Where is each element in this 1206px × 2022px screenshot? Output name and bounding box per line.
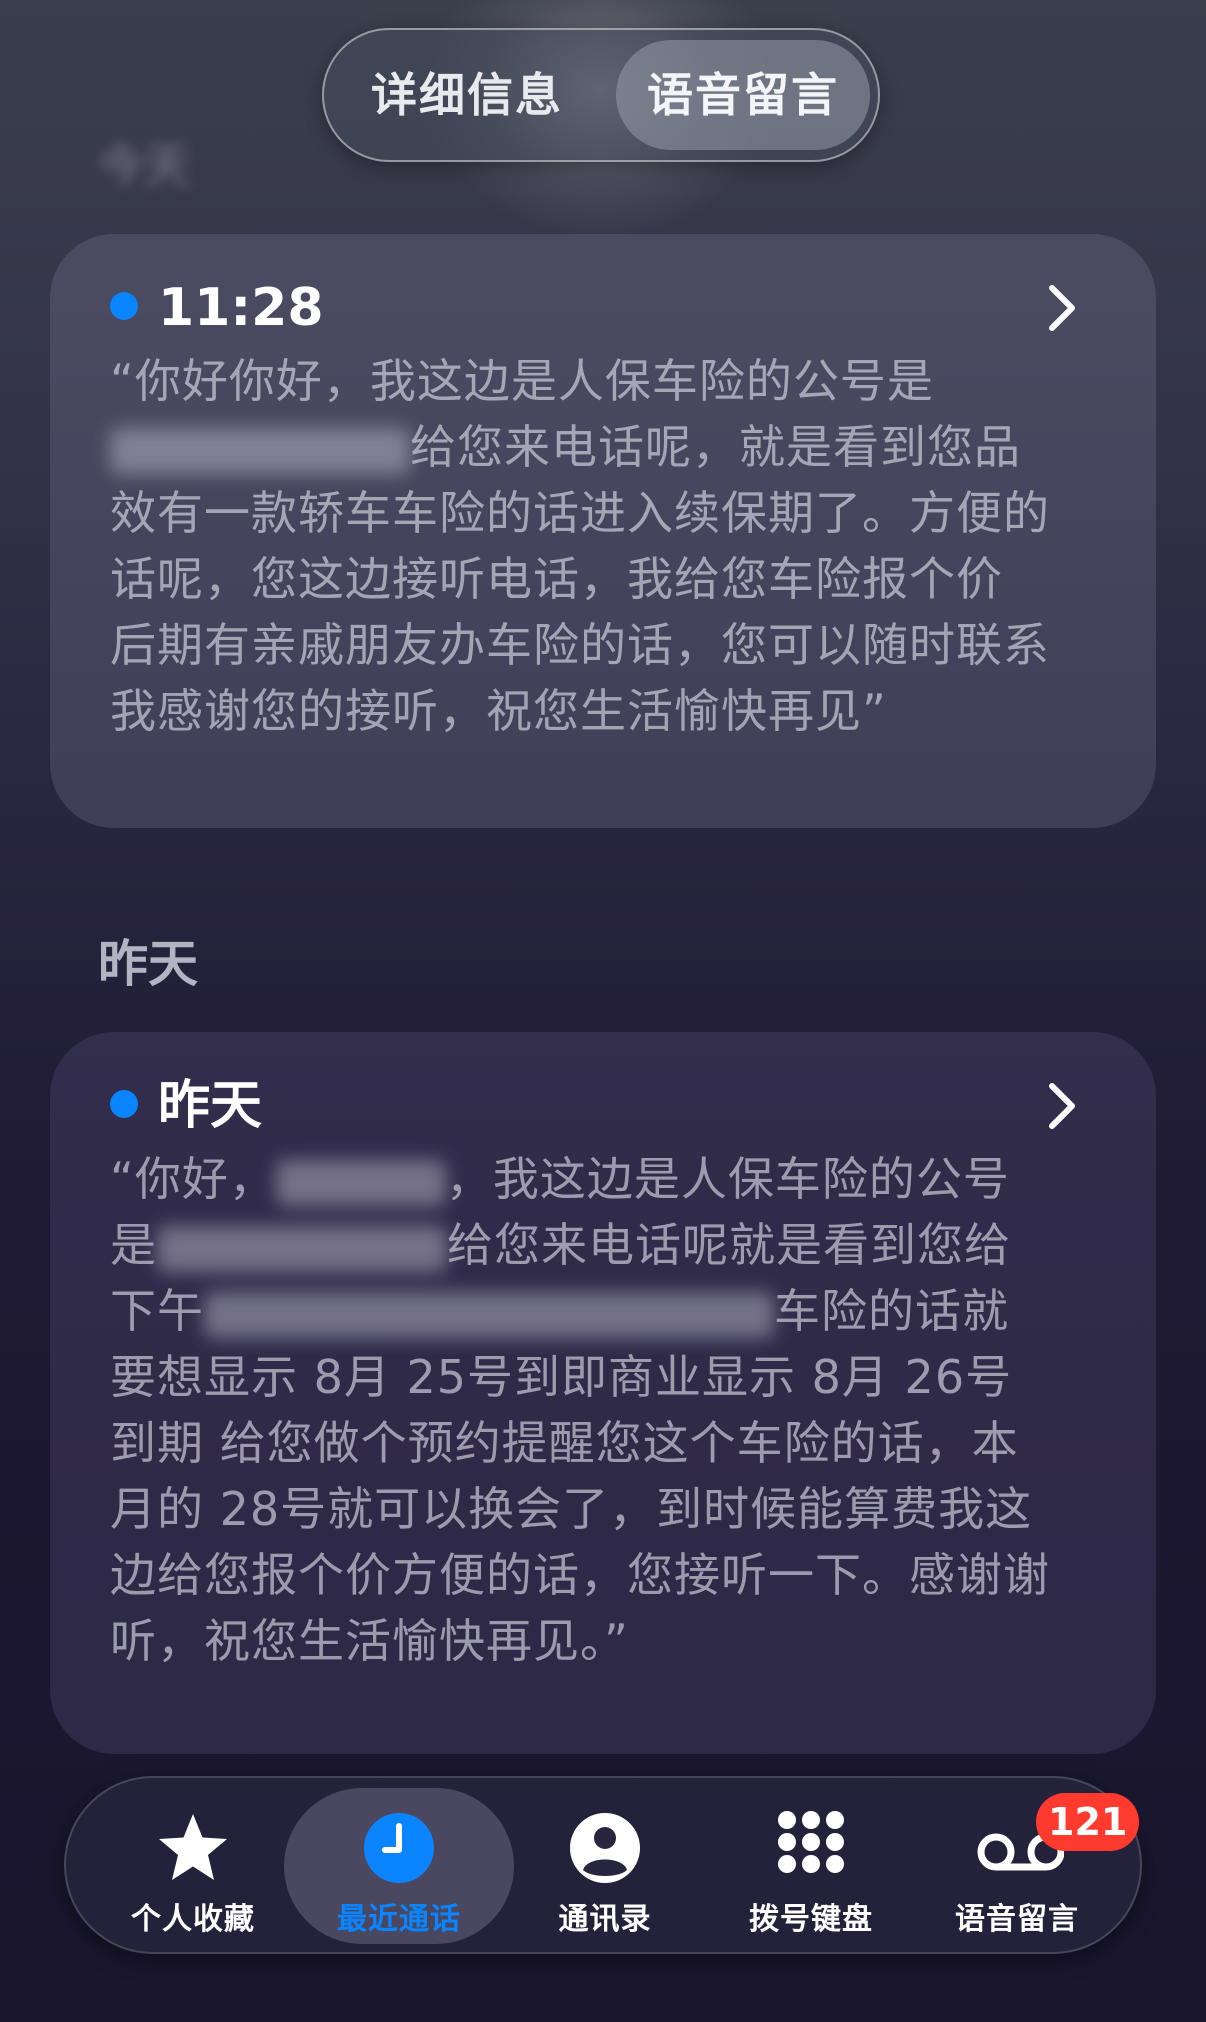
tab-contacts[interactable]: 通讯录 <box>490 1788 720 1944</box>
redacted-text <box>157 1225 447 1272</box>
voicemail-card[interactable]: 昨天 “你好， ，我这边是人保车险的公号是 给您来电话呢就是看到您给下午 车险的话就要… <box>50 1032 1156 1754</box>
voicemail-count-badge: 121 <box>1036 1793 1140 1851</box>
person-icon <box>570 1813 640 1883</box>
chevron-right-icon[interactable] <box>1034 280 1090 336</box>
unread-dot <box>110 1090 138 1118</box>
star-icon <box>159 1814 227 1880</box>
tab-recents[interactable]: 最近通话 <box>284 1788 514 1944</box>
redacted-text <box>110 427 410 474</box>
section-header-today: 今天 <box>98 139 190 193</box>
voicemail-transcript: “你好， ，我这边是人保车险的公号是 给您来电话呢就是看到您给下午 车险的话就要想显示… <box>110 1152 1050 1668</box>
tab-favorites[interactable]: 个人收藏 <box>78 1788 308 1944</box>
redacted-text <box>204 1291 774 1338</box>
redacted-text <box>275 1159 446 1206</box>
voicemail-card[interactable]: 11:28 “你好你好，我这边是人保车险的公号是给您来电话呢，就是看到您品效有一… <box>50 234 1156 828</box>
voicemail-time: 昨天 <box>158 1076 263 1136</box>
tab-bar: 个人收藏 最近通话 通讯录 拨号键盘 语音留言 <box>64 1776 1142 1954</box>
voicemail-transcript: “你好你好，我这边是人保车险的公号是给您来电话呢，就是看到您品效有一款轿车车险的… <box>110 354 1050 738</box>
segmented-control: 详细信息 语音留言 <box>322 28 880 162</box>
segment-details[interactable]: 详细信息 <box>336 40 598 150</box>
unread-dot <box>110 292 138 320</box>
tab-label: 通讯录 <box>558 1902 652 1937</box>
tab-label: 语音留言 <box>955 1902 1079 1937</box>
segment-voicemail[interactable]: 语音留言 <box>616 40 870 150</box>
tab-label: 拨号键盘 <box>749 1902 873 1937</box>
voicemail-time: 11:28 <box>158 278 324 338</box>
clock-icon <box>364 1813 434 1883</box>
tab-label: 个人收藏 <box>131 1902 255 1937</box>
tab-keypad[interactable]: 拨号键盘 <box>696 1788 926 1944</box>
chevron-right-icon[interactable] <box>1034 1078 1090 1134</box>
keypad-icon <box>778 1811 844 1873</box>
section-header-yesterday: 昨天 <box>98 935 198 993</box>
tab-label: 最近通话 <box>337 1902 461 1937</box>
